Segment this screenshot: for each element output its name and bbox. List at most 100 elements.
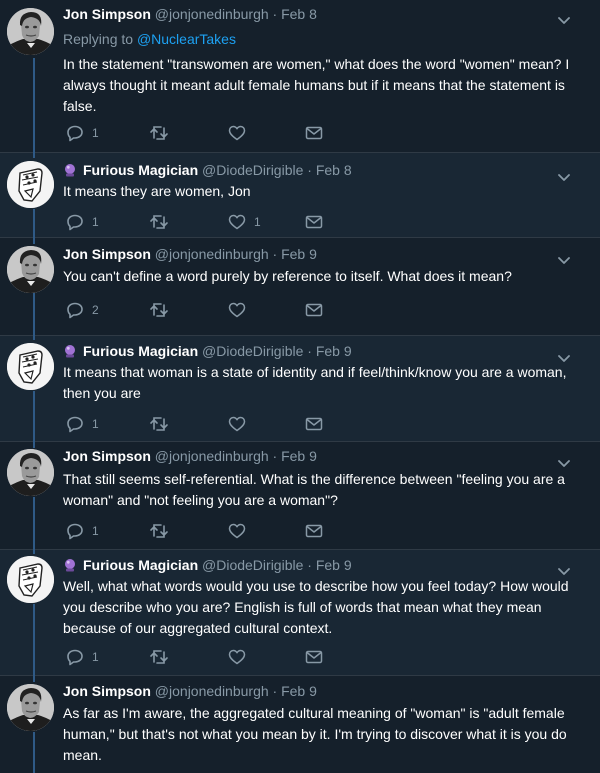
tweet-date[interactable]: · Feb 9 — [307, 343, 351, 359]
author-name[interactable]: Furious Magician — [83, 557, 198, 573]
avatar[interactable] — [7, 8, 54, 55]
like-icon — [228, 416, 246, 432]
author-handle[interactable]: @DiodeDirigible — [202, 343, 303, 359]
reply-count: 1 — [92, 126, 99, 140]
direct-message-button[interactable] — [305, 647, 323, 667]
thread-line — [33, 497, 35, 550]
thread-line — [33, 153, 35, 158]
author-name[interactable]: Furious Magician — [83, 162, 198, 178]
tweet-text: That still seems self-referential. What … — [63, 471, 565, 508]
chevron-down-icon[interactable] — [558, 12, 570, 24]
thread-line — [33, 293, 35, 336]
reply-count: 1 — [92, 215, 99, 229]
like-icon — [228, 125, 246, 141]
retweet-button[interactable] — [149, 123, 177, 143]
like-icon — [228, 649, 246, 665]
reply-icon — [66, 648, 84, 666]
like-icon — [228, 523, 246, 539]
retweet-button[interactable] — [149, 212, 177, 232]
chevron-down-icon[interactable] — [558, 252, 570, 264]
reply-count: 2 — [92, 303, 99, 317]
tweet-actions: 1 — [63, 521, 363, 541]
author-name[interactable]: Jon Simpson — [63, 246, 151, 262]
direct-message-button[interactable] — [305, 521, 323, 541]
like-icon — [228, 302, 246, 318]
tweet-date[interactable]: · Feb 8 — [273, 6, 317, 22]
direct-message-button[interactable] — [305, 414, 323, 434]
reply-button[interactable]: 1 — [66, 521, 99, 541]
retweet-button[interactable] — [149, 414, 177, 434]
tweet-date[interactable]: · Feb 9 — [273, 246, 317, 262]
avatar[interactable] — [7, 556, 54, 603]
thread-line — [33, 550, 35, 554]
replying-to: Replying to @NuclearTakes — [63, 30, 590, 48]
tweet[interactable]: Jon Simpson @jonjonedinburgh · Feb 8 Rep… — [0, 0, 600, 153]
author-name[interactable]: Jon Simpson — [63, 6, 151, 22]
author-name[interactable]: Jon Simpson — [63, 683, 151, 699]
direct-message-icon — [305, 650, 323, 664]
avatar[interactable] — [7, 161, 54, 208]
like-button[interactable] — [228, 647, 254, 667]
tweet[interactable]: Furious Magician @DiodeDirigible · Feb 9… — [0, 550, 600, 676]
direct-message-button[interactable] — [305, 212, 323, 232]
like-button[interactable] — [228, 300, 254, 320]
author-handle[interactable]: @jonjonedinburgh — [155, 683, 269, 699]
tweet-date[interactable]: · Feb 8 — [307, 162, 351, 178]
retweet-icon — [149, 214, 169, 230]
thread-line — [33, 336, 35, 340]
tweet[interactable]: Jon Simpson @jonjonedinburgh · Feb 9 As … — [0, 676, 600, 773]
author-handle[interactable]: @jonjonedinburgh — [155, 246, 269, 262]
retweet-button[interactable] — [149, 300, 177, 320]
author-name[interactable]: Jon Simpson — [63, 448, 151, 464]
direct-message-icon — [305, 215, 323, 229]
crystal-ball-icon — [63, 344, 77, 358]
direct-message-button[interactable] — [305, 300, 323, 320]
tweet[interactable]: Jon Simpson @jonjonedinburgh · Feb 9 You… — [0, 238, 600, 336]
retweet-icon — [149, 125, 169, 141]
reply-button[interactable]: 2 — [66, 300, 99, 320]
chevron-down-icon[interactable] — [558, 169, 570, 181]
author-handle[interactable]: @jonjonedinburgh — [155, 6, 269, 22]
retweet-button[interactable] — [149, 647, 177, 667]
replying-to-label: Replying to — [63, 31, 137, 47]
tweet[interactable]: Furious Magician @DiodeDirigible · Feb 9… — [0, 336, 600, 442]
retweet-icon — [149, 523, 169, 539]
avatar[interactable] — [7, 246, 54, 293]
retweet-button[interactable] — [149, 521, 177, 541]
reply-button[interactable]: 1 — [66, 647, 99, 667]
tweet-text: You can't define a word purely by refere… — [63, 268, 512, 284]
replying-to-handle[interactable]: @NuclearTakes — [137, 31, 236, 47]
author-name[interactable]: Furious Magician — [83, 343, 198, 359]
like-button[interactable]: 1 — [228, 212, 261, 232]
retweet-icon — [149, 416, 169, 432]
like-button[interactable] — [228, 123, 254, 143]
reply-button[interactable]: 1 — [66, 123, 99, 143]
chevron-down-icon[interactable] — [558, 455, 570, 467]
crystal-ball-icon — [63, 558, 77, 572]
tweet-actions: 1 — [63, 414, 363, 434]
tweet-text: It means that woman is a state of identi… — [63, 364, 567, 401]
reply-button[interactable]: 1 — [66, 212, 99, 232]
author-handle[interactable]: @jonjonedinburgh — [155, 448, 269, 464]
tweet[interactable]: Jon Simpson @jonjonedinburgh · Feb 9 Tha… — [0, 442, 600, 550]
tweet-thread: Jon Simpson @jonjonedinburgh · Feb 8 Rep… — [0, 0, 600, 773]
thread-line — [33, 676, 35, 682]
like-button[interactable] — [228, 414, 254, 434]
thread-line — [33, 209, 35, 238]
reply-button[interactable]: 1 — [66, 414, 99, 434]
author-handle[interactable]: @DiodeDirigible — [202, 162, 303, 178]
direct-message-icon — [305, 524, 323, 538]
chevron-down-icon[interactable] — [558, 350, 570, 362]
avatar[interactable] — [7, 343, 54, 390]
avatar[interactable] — [7, 449, 54, 496]
direct-message-button[interactable] — [305, 123, 323, 143]
author-handle[interactable]: @DiodeDirigible — [202, 557, 303, 573]
tweet-date[interactable]: · Feb 9 — [273, 448, 317, 464]
tweet-date[interactable]: · Feb 9 — [307, 557, 351, 573]
tweet-date[interactable]: · Feb 9 — [273, 683, 317, 699]
chevron-down-icon[interactable] — [558, 563, 570, 575]
tweet[interactable]: Furious Magician @DiodeDirigible · Feb 8… — [0, 153, 600, 238]
like-button[interactable] — [228, 521, 254, 541]
avatar[interactable] — [7, 684, 54, 731]
reply-count: 1 — [92, 417, 99, 431]
